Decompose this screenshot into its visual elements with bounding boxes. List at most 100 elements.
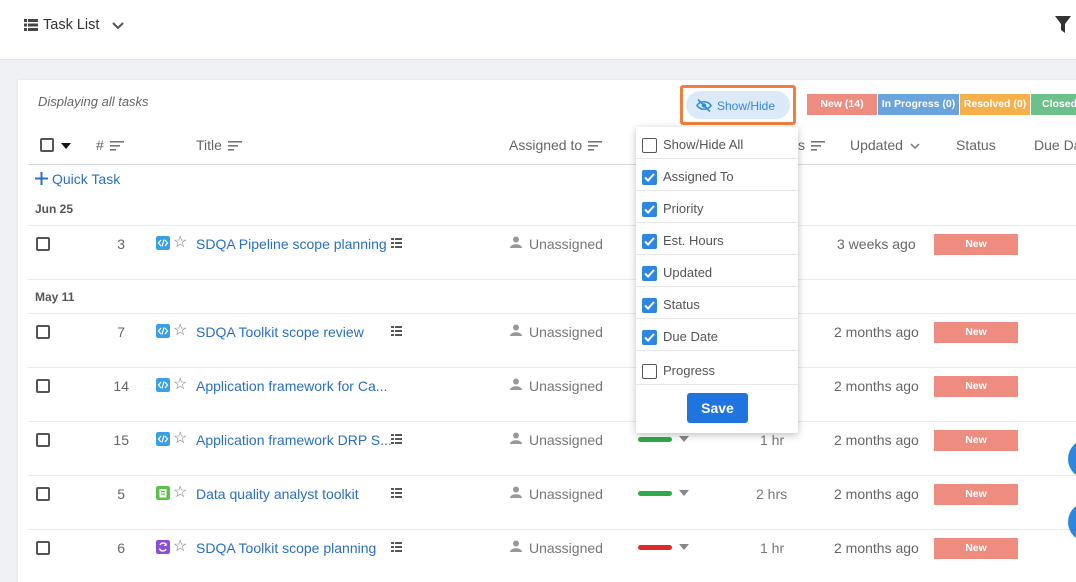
row-divider	[28, 225, 1076, 226]
column-assigned[interactable]: Assigned to	[509, 137, 603, 153]
dropdown-item-label: Assigned To	[663, 169, 734, 184]
dropdown-item-assigned-to[interactable]: Assigned To	[636, 159, 798, 191]
badge-closed[interactable]: Closed	[1031, 94, 1076, 115]
assignee[interactable]: Unassigned	[529, 540, 603, 556]
checkbox-checked[interactable]	[642, 202, 657, 217]
row-divider	[28, 421, 1076, 422]
row-checkbox[interactable]	[36, 325, 50, 339]
est-hours: 2 hrs	[756, 486, 788, 502]
task-number: 15	[113, 432, 129, 448]
row-checkbox[interactable]	[36, 487, 50, 501]
cycle-icon	[156, 540, 170, 554]
priority-bar[interactable]	[638, 491, 672, 496]
status-badge[interactable]: New	[934, 234, 1018, 255]
description-icon[interactable]	[391, 326, 402, 336]
checkbox-checked[interactable]	[642, 330, 657, 345]
displaying-label: Displaying all tasks	[38, 94, 149, 109]
assignee[interactable]: Unassigned	[529, 324, 603, 340]
description-icon[interactable]	[391, 238, 402, 248]
star-icon[interactable]: ☆	[173, 485, 187, 501]
chevron-down-icon[interactable]	[111, 20, 125, 32]
est-hours: 1 hr	[760, 432, 785, 448]
checkbox-checked[interactable]	[642, 234, 657, 249]
select-all-checkbox[interactable]	[40, 138, 54, 152]
assignee[interactable]: Unassigned	[529, 236, 603, 252]
updated-time: 2 months ago	[834, 432, 919, 448]
status-badge[interactable]: New	[934, 322, 1018, 343]
assignee[interactable]: Unassigned	[529, 432, 603, 448]
description-icon[interactable]	[391, 434, 402, 444]
priority-bar[interactable]	[638, 545, 672, 550]
dropdown-item-status[interactable]: Status	[636, 287, 798, 319]
row-divider	[28, 279, 1076, 280]
checkbox[interactable]	[642, 138, 657, 153]
badge-resolved[interactable]: Resolved (0)	[960, 94, 1030, 115]
star-icon[interactable]: ☆	[173, 539, 187, 555]
filter-icon[interactable]	[1055, 16, 1071, 34]
row-checkbox[interactable]	[36, 433, 50, 447]
dropdown-item-due-date[interactable]: Due Date	[636, 319, 798, 351]
task-title-link[interactable]: SDQA Pipeline scope planning	[196, 236, 387, 252]
row-checkbox[interactable]	[36, 541, 50, 555]
row-checkbox[interactable]	[36, 237, 50, 251]
sort-icon	[227, 141, 242, 151]
caret-down-icon[interactable]	[61, 143, 71, 149]
star-icon[interactable]: ☆	[173, 323, 187, 339]
task-title-link[interactable]: SDQA Toolkit scope planning	[196, 540, 376, 556]
clipboard-icon	[156, 486, 170, 500]
row-divider	[28, 475, 1076, 476]
assignee[interactable]: Unassigned	[529, 378, 603, 394]
show-hide-button[interactable]: Show/Hide	[686, 91, 790, 119]
quick-task-button[interactable]: Quick Task	[35, 171, 120, 187]
task-title-link[interactable]: SDQA Toolkit scope review	[196, 324, 364, 340]
dropdown-item-est-hours[interactable]: Est. Hours	[636, 223, 798, 255]
star-icon[interactable]: ☆	[173, 377, 187, 393]
status-badge[interactable]: New	[934, 538, 1018, 559]
show-hide-label: Show/Hide	[717, 99, 776, 113]
checkbox[interactable]	[642, 364, 657, 379]
caret-down-icon[interactable]	[679, 544, 689, 550]
description-icon[interactable]	[391, 488, 402, 498]
column-updated[interactable]: Updated	[850, 137, 921, 153]
chevron-down-icon	[910, 143, 920, 150]
row-divider	[28, 529, 1076, 530]
status-badge[interactable]: New	[934, 484, 1018, 505]
dropdown-item-label: Status	[663, 297, 700, 312]
checkbox-checked[interactable]	[642, 170, 657, 185]
priority-bar[interactable]	[638, 437, 672, 442]
column-due-date[interactable]: Due Da	[1034, 137, 1076, 153]
task-title-link[interactable]: Data quality analyst toolkit	[196, 486, 359, 502]
checkbox-checked[interactable]	[642, 266, 657, 281]
task-title-link[interactable]: Application framework for Ca...	[196, 378, 387, 394]
column-status[interactable]: Status	[956, 137, 996, 153]
user-icon	[510, 432, 522, 444]
checkbox-checked[interactable]	[642, 298, 657, 313]
sort-icon	[588, 141, 603, 151]
star-icon[interactable]: ☆	[173, 235, 187, 251]
save-button[interactable]: Save	[687, 393, 748, 423]
assignee[interactable]: Unassigned	[529, 486, 603, 502]
column-hours[interactable]: s	[798, 137, 825, 153]
sort-icon	[811, 141, 825, 151]
star-icon[interactable]: ☆	[173, 431, 187, 447]
task-title-link[interactable]: Application framework DRP S...	[196, 432, 392, 448]
badge-new[interactable]: New (14)	[807, 94, 877, 115]
column-number[interactable]: #	[96, 137, 124, 153]
code-icon	[156, 378, 170, 392]
dropdown-item-progress[interactable]: Progress	[636, 353, 798, 385]
column-title[interactable]: Title	[196, 137, 242, 153]
caret-down-icon[interactable]	[679, 490, 689, 496]
status-badge[interactable]: New	[934, 376, 1018, 397]
dropdown-item-priority[interactable]: Priority	[636, 191, 798, 223]
dropdown-item-updated[interactable]: Updated	[636, 255, 798, 287]
caret-down-icon[interactable]	[679, 436, 689, 442]
dropdown-item-label: Priority	[663, 201, 704, 216]
dropdown-item-show-hide-all[interactable]: Show/Hide All	[636, 127, 798, 159]
page-title[interactable]: Task List	[43, 17, 99, 33]
task-number: 5	[117, 486, 125, 502]
dropdown-item-label: Est. Hours	[663, 233, 724, 248]
description-icon[interactable]	[391, 542, 402, 552]
status-badge[interactable]: New	[934, 430, 1018, 451]
row-checkbox[interactable]	[36, 379, 50, 393]
badge-in-progress[interactable]: In Progress (0)	[878, 94, 959, 115]
